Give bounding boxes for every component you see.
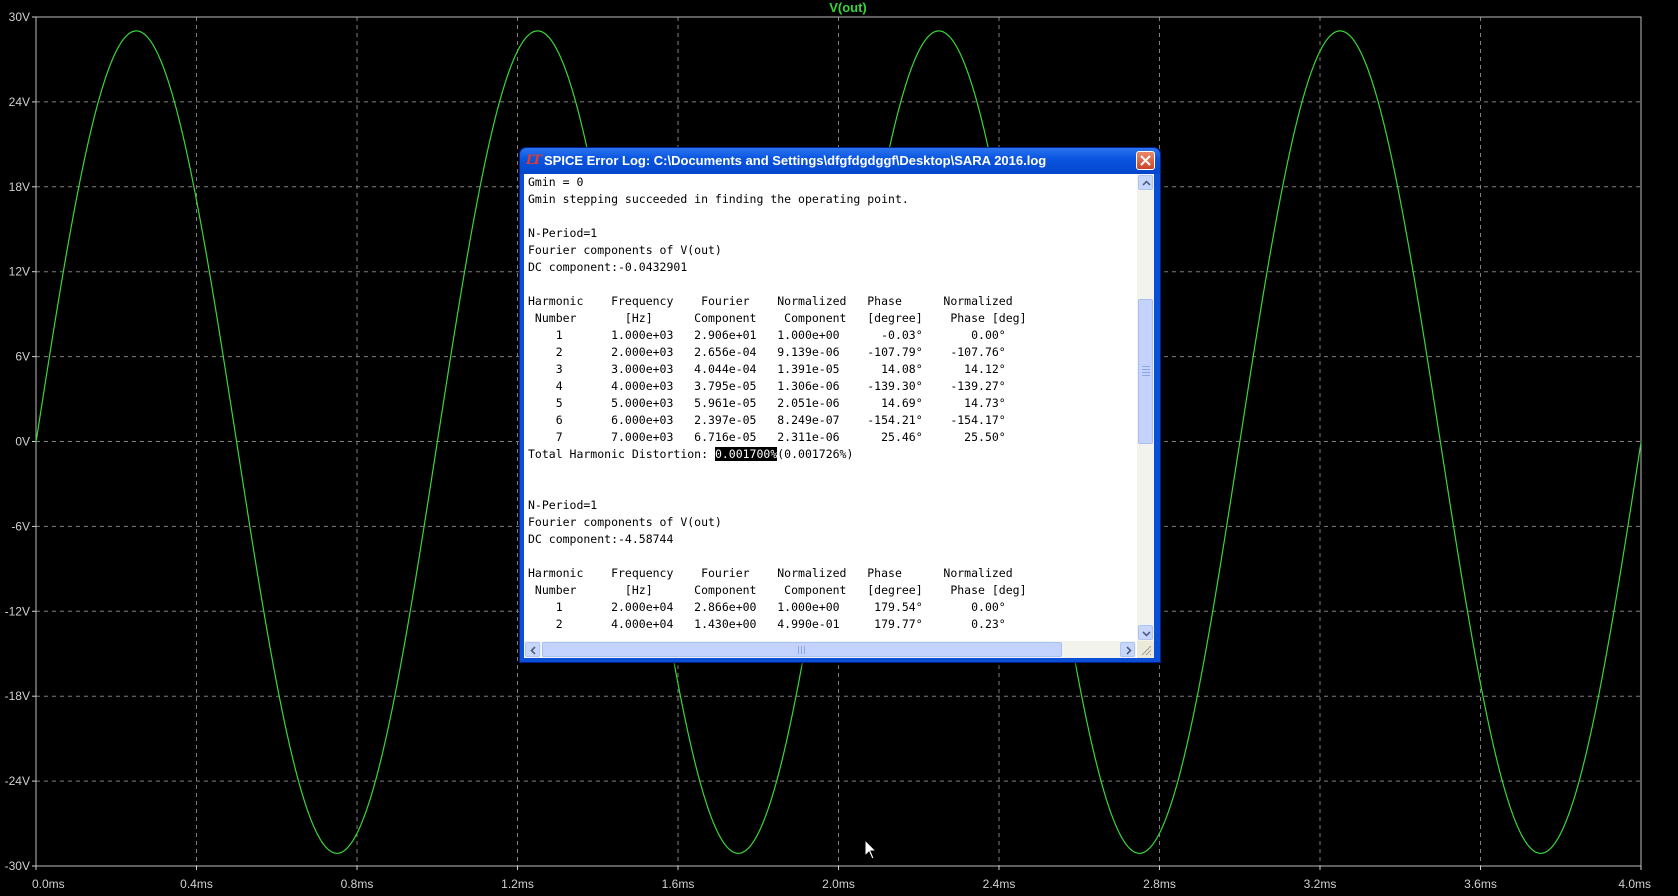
y-axis-ticks: 30V 24V 18V 12V 6V 0V -6V -12V -18V -24V -30V xyxy=(5,10,36,873)
window-titlebar[interactable]: LT SPICE Error Log: C:\Documents and Set… xyxy=(520,148,1160,174)
log-line-text: Harmonic Frequency Fourier Normalized Ph… xyxy=(528,566,1013,580)
x-tick-label: 3.6ms xyxy=(1464,877,1497,891)
y-tick-label: -24V xyxy=(5,774,30,788)
y-tick-label: 0V xyxy=(15,435,30,449)
log-line-text: 1 1.000e+03 2.906e+01 1.000e+00 -0.03° 0… xyxy=(528,328,1006,342)
scroll-right-button[interactable] xyxy=(1120,642,1135,657)
log-line-text: 7 7.000e+03 6.716e-05 2.311e-06 25.46° 2… xyxy=(528,430,1006,444)
x-tick-label: 2.0ms xyxy=(822,877,855,891)
x-tick-label: 1.2ms xyxy=(501,877,534,891)
thd-normalized-value: (0.001726%) xyxy=(777,447,854,461)
log-line-text: Harmonic Frequency Fourier Normalized Ph… xyxy=(528,294,1013,308)
log-line-text: DC component:-0.0432901 xyxy=(528,260,688,274)
horizontal-scrollbar[interactable] xyxy=(524,641,1136,658)
chevron-up-icon xyxy=(1142,180,1151,186)
log-line: DC component:-0.0432901 xyxy=(524,259,1136,276)
log-line-text: 6 6.000e+03 2.397e-05 8.249e-07 -154.21°… xyxy=(528,413,1006,427)
log-line-text: 2 2.000e+03 2.656e-04 9.139e-06 -107.79°… xyxy=(528,345,1006,359)
log-line-text: Fourier components of V(out) xyxy=(528,515,722,529)
close-icon xyxy=(1140,155,1151,166)
y-tick-label: 24V xyxy=(9,95,30,109)
log-line-text: N-Period=1 xyxy=(528,226,598,240)
log-line: Number [Hz] Component Component [degree]… xyxy=(524,310,1136,327)
y-tick-label: -12V xyxy=(5,604,30,618)
log-line: 5 5.000e+03 5.961e-05 2.051e-06 14.69° 1… xyxy=(524,395,1136,412)
resize-grip[interactable] xyxy=(1137,641,1154,658)
close-button[interactable] xyxy=(1136,151,1155,170)
log-line: 7 7.000e+03 6.716e-05 2.311e-06 25.46° 2… xyxy=(524,429,1136,446)
log-client-area[interactable]: Gmin = 0 Gmin stepping succeeded in findi… xyxy=(524,174,1154,658)
log-line: DC component:-4.58744 xyxy=(524,531,1136,548)
log-line: N-Period=1 xyxy=(524,225,1136,242)
x-tick-label: 1.6ms xyxy=(662,877,695,891)
log-line: Total Harmonic Distortion: 0.001700%(0.0… xyxy=(524,446,1136,463)
x-axis-ticks: 0.0ms 0.4ms 0.8ms 1.2ms 1.6ms 2.0ms 2.4ms 2.8ms… xyxy=(32,866,1651,891)
chevron-left-icon xyxy=(530,646,536,655)
log-line-text: DC component:-4.58744 xyxy=(528,532,674,546)
x-tick-label: 2.8ms xyxy=(1143,877,1176,891)
log-line: Harmonic Frequency Fourier Normalized Ph… xyxy=(524,565,1136,582)
log-line-text: N-Period=1 xyxy=(528,498,598,512)
log-line-text: Number [Hz] Component Component [degree]… xyxy=(528,583,1027,597)
log-line-text: Gmin stepping succeeded in finding the o… xyxy=(528,192,909,206)
x-tick-label: 0.4ms xyxy=(180,877,213,891)
x-tick-label: 3.2ms xyxy=(1304,877,1337,891)
log-line: Number [Hz] Component Component [degree]… xyxy=(524,582,1136,599)
y-tick-label: -6V xyxy=(11,519,30,533)
ltspice-logo-icon: LT xyxy=(526,153,542,168)
x-tick-label: 0.8ms xyxy=(341,877,374,891)
y-tick-label: 12V xyxy=(9,265,30,279)
y-tick-label: -18V xyxy=(5,689,30,703)
log-line: 4 4.000e+03 3.795e-05 1.306e-06 -139.30°… xyxy=(524,378,1136,395)
scroll-left-button[interactable] xyxy=(525,642,540,657)
log-line-text: 1 2.000e+04 2.866e+00 1.000e+00 179.54° … xyxy=(528,600,1006,614)
vertical-scroll-thumb[interactable] xyxy=(1138,299,1153,444)
log-line: Fourier components of V(out) xyxy=(524,514,1136,531)
log-line: 3 3.000e+03 4.044e-04 1.391e-05 14.08° 1… xyxy=(524,361,1136,378)
y-tick-label: -30V xyxy=(5,859,30,873)
log-line-text: Gmin = 0 xyxy=(528,175,584,189)
log-line: 1 1.000e+03 2.906e+01 1.000e+00 -0.03° 0… xyxy=(524,327,1136,344)
scroll-up-button[interactable] xyxy=(1138,175,1153,190)
chevron-down-icon xyxy=(1142,631,1151,637)
x-tick-label: 4.0ms xyxy=(1618,877,1651,891)
log-line: 2 4.000e+04 1.430e+00 4.990e-01 179.77° … xyxy=(524,616,1136,633)
log-line-text: 2 4.000e+04 1.430e+00 4.990e-01 179.77° … xyxy=(528,617,1006,631)
window-title: SPICE Error Log: C:\Documents and Settin… xyxy=(544,153,1047,168)
log-text-area[interactable]: Gmin = 0 Gmin stepping succeeded in findi… xyxy=(524,174,1136,641)
log-line-text: Number [Hz] Component Component [degree]… xyxy=(528,311,1027,325)
y-tick-label: 18V xyxy=(9,180,30,194)
log-line: Harmonic Frequency Fourier Normalized Ph… xyxy=(524,293,1136,310)
log-line: Gmin stepping succeeded in finding the o… xyxy=(524,191,1136,208)
log-line-text: 5 5.000e+03 5.961e-05 2.051e-06 14.69° 1… xyxy=(528,396,1006,410)
log-line: Fourier components of V(out) xyxy=(524,242,1136,259)
thd-selected-value[interactable]: 0.001700% xyxy=(714,447,778,461)
mouse-pointer-icon xyxy=(864,839,878,860)
vertical-scrollbar[interactable] xyxy=(1137,174,1154,641)
log-line: N-Period=1 xyxy=(524,497,1136,514)
x-tick-label: 0.0ms xyxy=(32,877,65,891)
resize-grip-icon xyxy=(1141,645,1152,656)
chevron-right-icon xyxy=(1126,646,1132,655)
scroll-down-button[interactable] xyxy=(1138,625,1153,640)
log-line: 2 2.000e+03 2.656e-04 9.139e-06 -107.79°… xyxy=(524,344,1136,361)
x-tick-label: 2.4ms xyxy=(983,877,1016,891)
log-line-text: Fourier components of V(out) xyxy=(528,243,722,257)
y-tick-label: 6V xyxy=(15,350,30,364)
y-tick-label: 30V xyxy=(9,10,30,24)
log-line: 6 6.000e+03 2.397e-05 8.249e-07 -154.21°… xyxy=(524,412,1136,429)
log-line: Gmin = 0 xyxy=(524,174,1136,191)
trace-title[interactable]: V(out) xyxy=(829,0,867,15)
log-line-text: 4 4.000e+03 3.795e-05 1.306e-06 -139.30°… xyxy=(528,379,1006,393)
spice-error-log-window[interactable]: LT SPICE Error Log: C:\Documents and Set… xyxy=(519,147,1161,663)
log-line-text: 3 3.000e+03 4.044e-04 1.391e-05 14.08° 1… xyxy=(528,362,1006,376)
log-line: 1 2.000e+04 2.866e+00 1.000e+00 179.54° … xyxy=(524,599,1136,616)
horizontal-scroll-thumb[interactable] xyxy=(542,642,1062,657)
log-line-text: Total Harmonic Distortion: xyxy=(528,447,715,461)
